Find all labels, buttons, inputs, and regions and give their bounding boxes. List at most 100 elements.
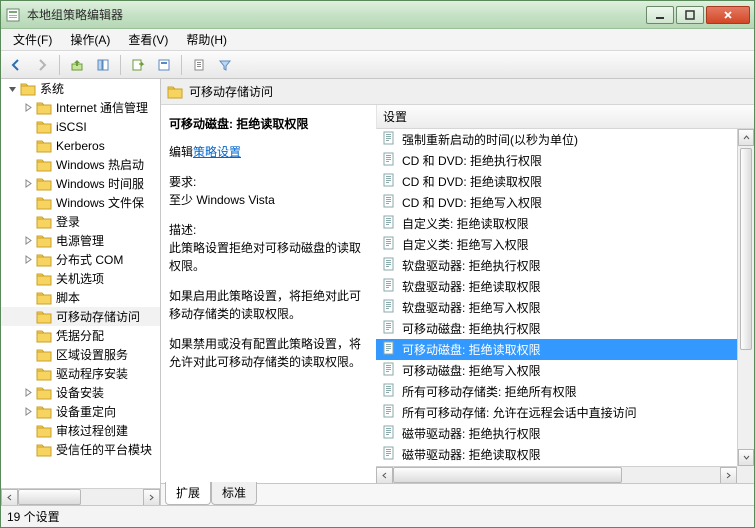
list-item[interactable]: 所有可移动存储类: 拒绝所有权限 <box>376 381 737 402</box>
tree-item[interactable]: 驱动程序安装 <box>1 364 160 383</box>
forward-button[interactable] <box>31 54 53 76</box>
tree-item-label: iSCSI <box>56 120 87 134</box>
scroll-track[interactable] <box>393 467 720 483</box>
desc-label: 描述: <box>169 221 368 239</box>
properties-button[interactable] <box>188 54 210 76</box>
tree-item-label: 凭据分配 <box>56 327 104 344</box>
minimize-button[interactable] <box>646 6 674 24</box>
expand-icon <box>23 311 34 322</box>
list-item[interactable]: 所有可移动存储: 允许在远程会话中直接访问 <box>376 402 737 423</box>
tree-item[interactable]: 审核过程创建 <box>1 421 160 440</box>
policy-icon <box>382 425 402 442</box>
tree-item[interactable]: 电源管理 <box>1 231 160 250</box>
tree-item[interactable]: 设备重定向 <box>1 402 160 421</box>
policy-icon <box>382 173 402 190</box>
list-item[interactable]: 可移动磁盘: 拒绝写入权限 <box>376 360 737 381</box>
column-header-setting[interactable]: 设置 <box>376 105 754 129</box>
show-hide-tree-button[interactable] <box>92 54 114 76</box>
menu-action[interactable]: 操作(A) <box>62 29 118 50</box>
tree-item-label: 电源管理 <box>56 232 104 249</box>
list-hscroll[interactable] <box>376 466 737 483</box>
maximize-button[interactable] <box>676 6 704 24</box>
tree-item-label: Kerberos <box>56 139 105 153</box>
tree-item[interactable]: 脚本 <box>1 288 160 307</box>
tree-item[interactable]: Windows 热启动 <box>1 155 160 174</box>
tree-item[interactable]: 关机选项 <box>1 269 160 288</box>
tab-standard[interactable]: 标准 <box>211 482 257 505</box>
tree-item[interactable]: 受信任的平台模块 <box>1 440 160 459</box>
list-item[interactable]: 可移动磁盘: 拒绝读取权限 <box>376 339 737 360</box>
close-button[interactable] <box>706 6 750 24</box>
list-item[interactable]: 强制重新启动的时间(以秒为单位) <box>376 129 737 150</box>
tab-extended[interactable]: 扩展 <box>165 482 211 505</box>
policy-icon <box>382 152 402 169</box>
scroll-thumb[interactable] <box>740 148 752 350</box>
filter-button[interactable] <box>214 54 236 76</box>
refresh-button[interactable] <box>153 54 175 76</box>
list-item[interactable]: 软盘驱动器: 拒绝执行权限 <box>376 255 737 276</box>
list-item[interactable]: 磁带驱动器: 拒绝读取权限 <box>376 444 737 465</box>
scroll-left-icon[interactable] <box>1 489 18 506</box>
expand-icon[interactable] <box>23 178 34 189</box>
list-item[interactable]: CD 和 DVD: 拒绝写入权限 <box>376 192 737 213</box>
scroll-track[interactable] <box>738 352 754 449</box>
list-item-label: 自定义类: 拒绝读取权限 <box>402 215 529 232</box>
list-item[interactable]: 软盘驱动器: 拒绝读取权限 <box>376 276 737 297</box>
menu-help[interactable]: 帮助(H) <box>178 29 235 50</box>
list-item[interactable]: CD 和 DVD: 拒绝读取权限 <box>376 171 737 192</box>
tree-item-label: Windows 热启动 <box>56 156 144 173</box>
expand-icon[interactable] <box>23 387 34 398</box>
tree[interactable]: 系统Internet 通信管理iSCSIKerberosWindows 热启动W… <box>1 79 160 488</box>
scroll-right-icon[interactable] <box>720 467 737 484</box>
scroll-right-icon[interactable] <box>143 489 160 506</box>
scroll-up-icon[interactable] <box>738 129 754 146</box>
tree-item[interactable]: 凭据分配 <box>1 326 160 345</box>
tree-item[interactable]: 登录 <box>1 212 160 231</box>
tree-item[interactable]: Internet 通信管理 <box>1 98 160 117</box>
list-item[interactable]: 软盘驱动器: 拒绝写入权限 <box>376 297 737 318</box>
tree-item[interactable]: 可移动存储访问 <box>1 307 160 326</box>
tree-item-label: 驱动程序安装 <box>56 365 128 382</box>
tree-item[interactable]: 区域设置服务 <box>1 345 160 364</box>
up-level-button[interactable] <box>66 54 88 76</box>
scroll-track[interactable] <box>18 489 143 505</box>
expand-icon[interactable] <box>23 254 34 265</box>
titlebar[interactable]: 本地组策略编辑器 <box>1 1 754 29</box>
menu-view[interactable]: 查看(V) <box>120 29 176 50</box>
expand-icon <box>23 159 34 170</box>
list-item[interactable]: CD 和 DVD: 拒绝执行权限 <box>376 150 737 171</box>
scroll-thumb[interactable] <box>18 489 81 505</box>
list-item-label: 所有可移动存储: 允许在远程会话中直接访问 <box>402 404 637 421</box>
edit-policy-link[interactable]: 策略设置 <box>193 145 241 159</box>
expand-icon <box>23 197 34 208</box>
tree-item[interactable]: Kerberos <box>1 136 160 155</box>
scroll-down-icon[interactable] <box>738 449 754 466</box>
menu-file[interactable]: 文件(F) <box>5 29 60 50</box>
back-button[interactable] <box>5 54 27 76</box>
expand-icon[interactable] <box>23 235 34 246</box>
policy-icon <box>382 383 402 400</box>
scroll-left-icon[interactable] <box>376 467 393 484</box>
policy-icon <box>382 299 402 316</box>
expand-icon[interactable] <box>23 102 34 113</box>
expand-icon[interactable] <box>23 406 34 417</box>
expand-icon[interactable] <box>7 83 18 94</box>
scroll-thumb[interactable] <box>393 467 622 483</box>
req-label: 要求: <box>169 173 368 191</box>
req-section: 要求: 至少 Windows Vista <box>169 173 368 209</box>
tree-item[interactable]: Windows 文件保 <box>1 193 160 212</box>
list-item[interactable]: 自定义类: 拒绝写入权限 <box>376 234 737 255</box>
tree-item[interactable]: 设备安装 <box>1 383 160 402</box>
tree-item[interactable]: iSCSI <box>1 117 160 136</box>
sidebar-hscroll[interactable] <box>1 488 160 505</box>
tree-item[interactable]: Windows 时间服 <box>1 174 160 193</box>
list-vscroll[interactable] <box>737 129 754 466</box>
list-item[interactable]: 自定义类: 拒绝读取权限 <box>376 213 737 234</box>
tree-item[interactable]: 分布式 COM <box>1 250 160 269</box>
policy-icon <box>382 362 402 379</box>
settings-list[interactable]: 强制重新启动的时间(以秒为单位)CD 和 DVD: 拒绝执行权限CD 和 DVD… <box>376 129 737 466</box>
list-item[interactable]: 可移动磁盘: 拒绝执行权限 <box>376 318 737 339</box>
tree-root[interactable]: 系统 <box>1 79 160 98</box>
export-button[interactable] <box>127 54 149 76</box>
list-item[interactable]: 磁带驱动器: 拒绝执行权限 <box>376 423 737 444</box>
